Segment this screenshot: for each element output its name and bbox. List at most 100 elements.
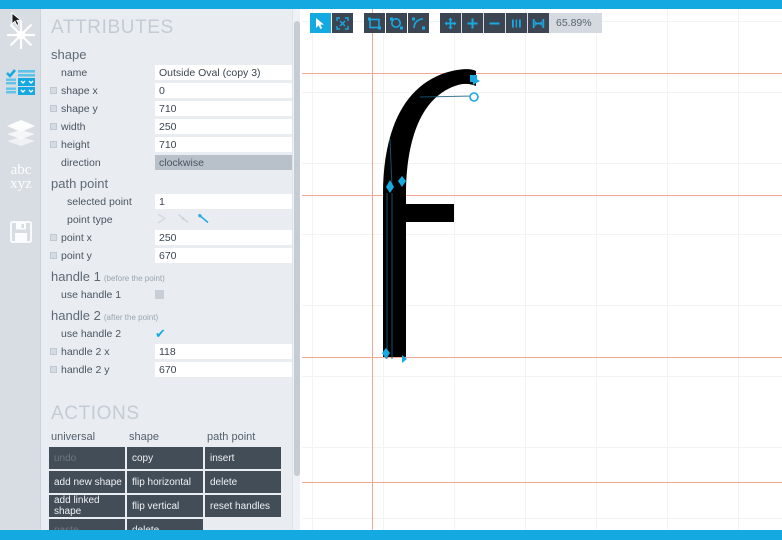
actions-column-universal: universal undo add new shape add linked … xyxy=(49,429,125,530)
zoom-actual-size-tool[interactable] xyxy=(506,13,527,33)
f-glyph-outline[interactable] xyxy=(302,9,782,530)
action-reset-handles-button[interactable]: reset handles xyxy=(205,495,281,518)
link-chain-icon[interactable] xyxy=(49,343,58,360)
oval-icon xyxy=(390,17,403,30)
field-label-handle-2-x: handle 2 x xyxy=(61,345,110,358)
panel-scrollbar-track[interactable] xyxy=(292,9,300,530)
point-x-wrap xyxy=(155,230,294,245)
zoom-fit-tool[interactable] xyxy=(440,13,461,33)
link-icon-placeholder xyxy=(49,64,58,81)
glyph-canvas[interactable]: 65.89% xyxy=(302,9,782,530)
toolbar-group-select xyxy=(310,13,354,33)
use-handle-1-row: use handle 1 xyxy=(49,286,286,303)
actions-column-header-universal: universal xyxy=(51,431,96,443)
handle-2-y-input[interactable] xyxy=(155,362,294,377)
bottom-accent-bar xyxy=(0,530,782,540)
action-flip-horizontal-button[interactable]: flip horizontal xyxy=(127,471,203,494)
pan-move-tool[interactable] xyxy=(332,13,353,33)
field-label-point-type: point type xyxy=(67,213,113,226)
field-label-shape-x: shape x xyxy=(61,84,98,97)
layers-icon xyxy=(6,119,36,147)
shape-y-input[interactable] xyxy=(155,101,294,116)
rail-item-layers[interactable] xyxy=(0,111,41,154)
width-input[interactable] xyxy=(155,119,294,134)
point-x-input[interactable] xyxy=(155,230,294,245)
handle2-group-heading: handle 2 (after the point) xyxy=(41,304,294,325)
link-chain-icon[interactable] xyxy=(49,118,58,135)
point-y-wrap xyxy=(155,248,294,263)
link-chain-icon[interactable] xyxy=(49,247,58,264)
field-row-point-x: point x xyxy=(49,229,294,246)
point-type-flat-icon[interactable] xyxy=(177,211,190,229)
use-handle-1-label: use handle 1 xyxy=(61,288,122,301)
point-type-smooth-icon[interactable] xyxy=(197,211,210,229)
actions-columns: universal undo add new shape add linked … xyxy=(49,429,286,530)
link-chain-icon[interactable] xyxy=(49,229,58,246)
shape-x-wrap xyxy=(155,83,294,98)
direction-wrap xyxy=(155,155,294,170)
actions-column-header-shape: shape xyxy=(129,431,159,443)
field-row-point-y: point y xyxy=(49,247,294,264)
select-arrow-tool[interactable] xyxy=(310,13,331,33)
font-editor-window: abc xyz ATTRIBUTES shape name Outside Ov… xyxy=(0,0,782,540)
rail-item-properties[interactable] xyxy=(0,60,41,103)
abc-xyz-icon: abc xyz xyxy=(4,160,38,192)
attributes-panel: ATTRIBUTES shape name shape x xyxy=(41,9,294,530)
link-chain-icon[interactable] xyxy=(49,100,58,117)
field-row-direction: direction xyxy=(49,154,294,171)
action-insert-point-button[interactable]: insert xyxy=(205,447,281,470)
point-y-input[interactable] xyxy=(155,248,294,263)
action-add-new-shape-button[interactable]: add new shape xyxy=(49,471,125,494)
action-delete-point-button[interactable]: delete xyxy=(205,471,281,494)
action-paste-button[interactable]: paste xyxy=(49,519,125,530)
height-wrap xyxy=(155,137,294,152)
shape-y-wrap xyxy=(155,101,294,116)
new-path-shape-tool[interactable] xyxy=(408,13,429,33)
shape-name-input[interactable] xyxy=(155,65,294,80)
canvas-toolbar: 65.89% xyxy=(310,13,602,33)
field-label-handle-2-y: handle 2 y xyxy=(61,363,110,376)
toolbar-group-new-shape xyxy=(364,13,430,33)
field-label-point-y: point y xyxy=(61,249,92,262)
field-label-width: width xyxy=(61,120,86,133)
point-type-corner-icon[interactable] xyxy=(157,211,170,229)
panel-scrollbar-thumb[interactable] xyxy=(294,21,300,476)
svg-text:xyz: xyz xyxy=(10,176,32,192)
link-chain-icon[interactable] xyxy=(49,136,58,153)
action-undo-button[interactable]: undo xyxy=(49,447,125,470)
field-row-handle-2-y: handle 2 y xyxy=(49,361,294,378)
rail-item-characters[interactable]: abc xyz xyxy=(0,158,41,194)
zoom-in-tool[interactable] xyxy=(462,13,483,33)
height-input[interactable] xyxy=(155,137,294,152)
field-row-shape-y: shape y xyxy=(49,100,294,117)
zoom-fit-width-tool[interactable] xyxy=(528,13,549,33)
top-accent-bar xyxy=(0,0,782,9)
handle-2-x-input[interactable] xyxy=(155,344,294,359)
use-handle-2-checkbox[interactable]: ✔ xyxy=(155,327,166,340)
new-oval-shape-tool[interactable] xyxy=(386,13,407,33)
action-flip-vertical-button[interactable]: flip vertical xyxy=(127,495,203,518)
shape-group-heading: shape xyxy=(51,47,87,62)
rail-item-save[interactable] xyxy=(0,210,41,253)
zoom-out-tool[interactable] xyxy=(484,13,505,33)
field-row-shape-x: shape x xyxy=(49,82,294,99)
action-add-linked-shape-button[interactable]: add linked shape xyxy=(49,495,125,518)
field-row-height: height xyxy=(49,136,294,153)
one-to-one-icon xyxy=(510,17,523,30)
use-handle-1-checkbox[interactable] xyxy=(155,290,164,299)
handle2-heading-text: handle 2 xyxy=(51,308,101,323)
selected-point-input[interactable] xyxy=(155,194,294,209)
handle1-group-heading: handle 1 (before the point) xyxy=(41,265,294,286)
field-label-direction: direction xyxy=(61,156,101,169)
shape-x-input[interactable] xyxy=(155,83,294,98)
field-label-shape-y: shape y xyxy=(61,102,98,115)
link-chain-icon[interactable] xyxy=(49,82,58,99)
field-row-point-type: point type xyxy=(49,211,286,228)
link-chain-icon[interactable] xyxy=(49,361,58,378)
zoom-level-value: 65.89% xyxy=(556,17,592,29)
action-copy-button[interactable]: copy xyxy=(127,447,203,470)
handle1-heading-text: handle 1 xyxy=(51,269,101,284)
fit-arrows-icon xyxy=(444,17,457,30)
action-delete-shape-button[interactable]: delete xyxy=(127,519,203,530)
new-rect-shape-tool[interactable] xyxy=(364,13,385,33)
